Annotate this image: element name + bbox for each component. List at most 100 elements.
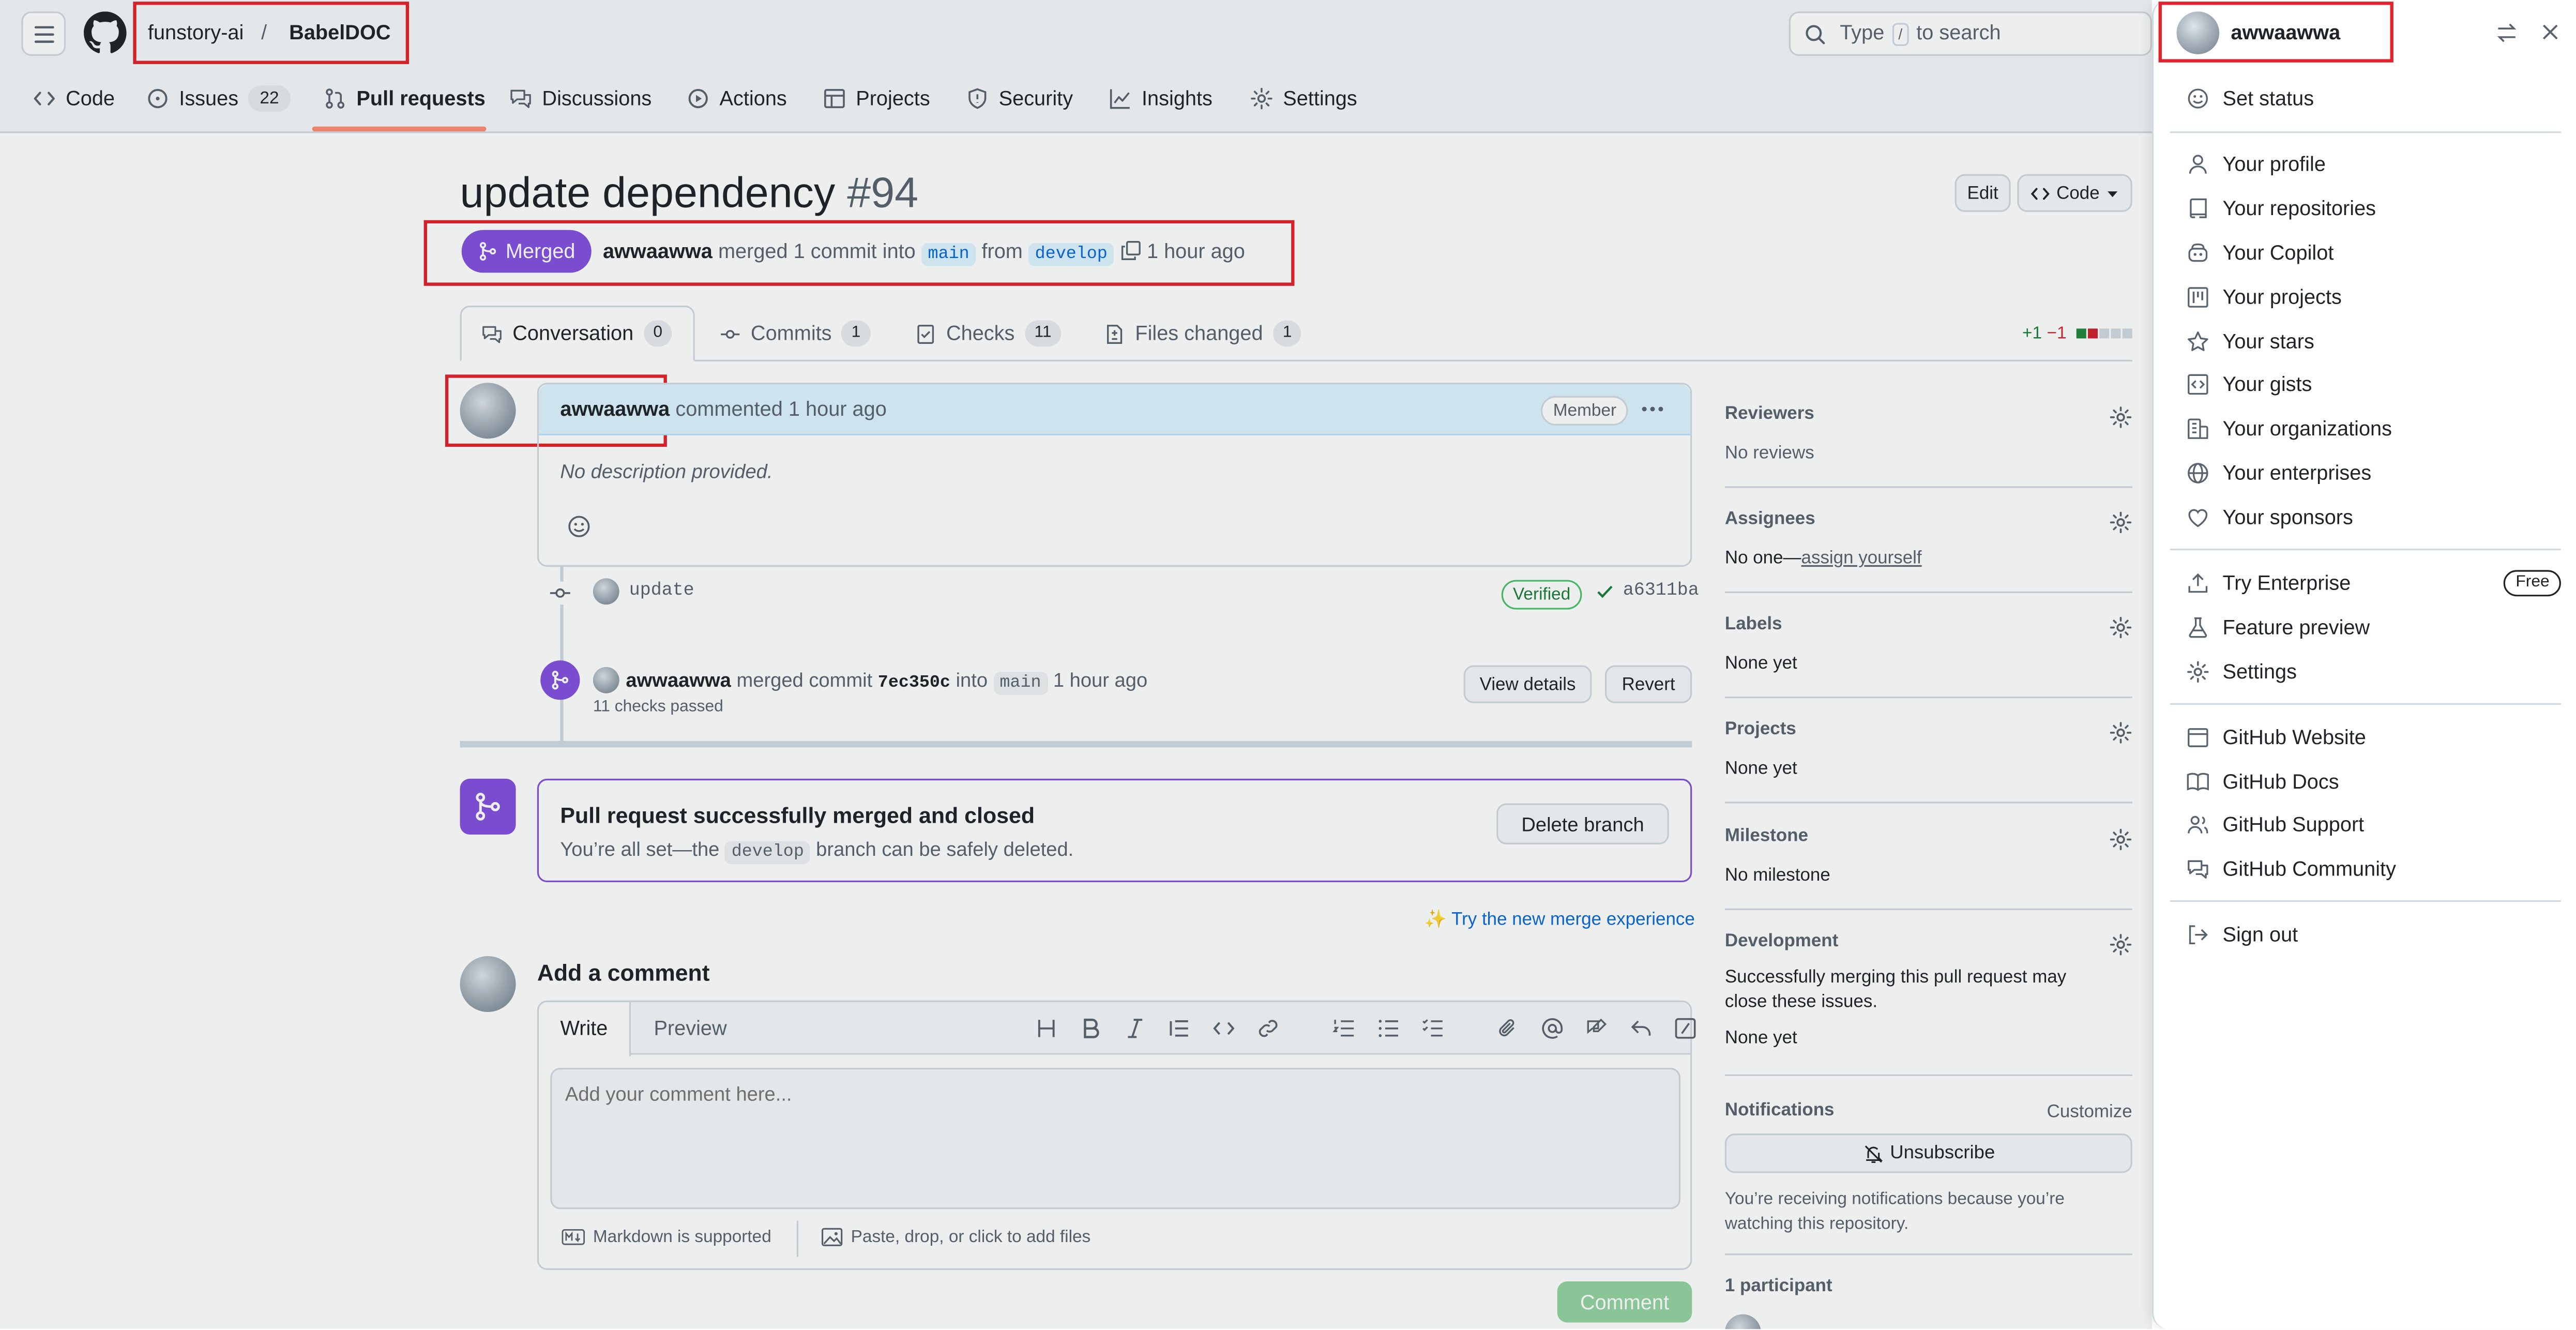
- merged-box-branch[interactable]: develop: [725, 841, 811, 865]
- projects-heading[interactable]: Projects: [1725, 720, 2132, 739]
- bold-icon[interactable]: [1079, 1017, 1102, 1040]
- nav-tab-pull-requests[interactable]: Pull requests: [324, 82, 486, 115]
- unsubscribe-button[interactable]: Unsubscribe: [1724, 1133, 2132, 1173]
- nav-tab-issues[interactable]: Issues 22: [146, 82, 291, 115]
- gear-icon[interactable]: [2109, 721, 2132, 744]
- menu-your-projects[interactable]: Your projects: [2187, 281, 2342, 314]
- base-branch[interactable]: main: [921, 243, 976, 266]
- menu-settings[interactable]: Settings: [2187, 656, 2297, 689]
- view-details-button[interactable]: View details: [1463, 665, 1592, 703]
- customize-link[interactable]: Customize: [2047, 1102, 2132, 1122]
- assignees-heading[interactable]: Assignees: [1725, 509, 2132, 529]
- menu-try-enterprise[interactable]: Try Enterprise Free: [2187, 567, 2561, 600]
- menu-sign-out[interactable]: Sign out: [2187, 918, 2298, 951]
- participant-avatar[interactable]: [1724, 1314, 1761, 1329]
- switch-account-icon[interactable]: [2495, 21, 2518, 44]
- commit-author-avatar[interactable]: [593, 578, 619, 605]
- merger-name[interactable]: awwaawwa: [626, 669, 731, 691]
- preview-tab[interactable]: Preview: [654, 1002, 726, 1055]
- menu-your-profile[interactable]: Your profile: [2187, 148, 2326, 181]
- menu-your-repositories[interactable]: Your repositories: [2187, 192, 2376, 225]
- gear-icon[interactable]: [2109, 406, 2132, 429]
- menu-your-enterprises[interactable]: Your enterprises: [2187, 457, 2371, 490]
- avatar[interactable]: [460, 383, 516, 439]
- reviewers-heading[interactable]: Reviewers: [1725, 404, 2132, 424]
- kebab-horizontal-icon[interactable]: [1640, 398, 1666, 420]
- reply-icon[interactable]: [1630, 1017, 1653, 1040]
- menu-your-gists[interactable]: Your gists: [2187, 368, 2312, 401]
- heading-icon[interactable]: [1035, 1017, 1058, 1040]
- menu-github-support[interactable]: GitHub Support: [2187, 808, 2364, 841]
- nav-tab-actions[interactable]: Actions: [687, 82, 787, 115]
- mention-icon[interactable]: [1541, 1017, 1564, 1040]
- paperclip-icon[interactable]: [1496, 1017, 1519, 1040]
- link-icon[interactable]: [1256, 1017, 1279, 1040]
- github-logo-icon[interactable]: [84, 11, 127, 54]
- attach-files-note[interactable]: Paste, drop, or click to add files: [822, 1227, 1090, 1247]
- nav-tab-security[interactable]: Security: [966, 82, 1073, 115]
- merge-target-branch[interactable]: main: [993, 672, 1048, 695]
- nav-tab-settings[interactable]: Settings: [1250, 82, 1357, 115]
- commit-sha[interactable]: a6311ba: [1623, 582, 1699, 601]
- cross-reference-icon[interactable]: [1585, 1017, 1608, 1040]
- head-branch[interactable]: develop: [1028, 243, 1114, 266]
- tab-commits[interactable]: Commits 1: [700, 306, 890, 361]
- close-icon[interactable]: [2540, 21, 2561, 42]
- menu-feature-preview[interactable]: Feature preview: [2187, 611, 2370, 644]
- edit-title-button[interactable]: Edit: [1954, 174, 2011, 212]
- markdown-note[interactable]: Markdown is supported: [562, 1227, 771, 1247]
- menu-github-website[interactable]: GitHub Website: [2187, 721, 2366, 754]
- breadcrumb-repo[interactable]: BabelDOC: [289, 21, 390, 44]
- development-heading[interactable]: Development: [1725, 931, 2132, 951]
- task-list-icon[interactable]: [1421, 1017, 1444, 1040]
- checks-passed[interactable]: 11 checks passed: [593, 698, 723, 716]
- merger-avatar[interactable]: [593, 667, 619, 693]
- menu-your-stars[interactable]: Your stars: [2187, 325, 2314, 358]
- comment-time[interactable]: 1 hour ago: [789, 398, 887, 420]
- write-tab[interactable]: Write: [539, 1002, 631, 1056]
- unordered-list-icon[interactable]: [1376, 1017, 1399, 1040]
- labels-heading[interactable]: Labels: [1725, 614, 2132, 634]
- menu-set-status[interactable]: Set status: [2187, 82, 2314, 115]
- revert-button[interactable]: Revert: [1604, 665, 1692, 703]
- code-dropdown-button[interactable]: Code: [2017, 174, 2132, 212]
- menu-your-copilot[interactable]: Your Copilot: [2187, 236, 2333, 269]
- commit-message[interactable]: update: [629, 582, 694, 601]
- nav-tab-insights[interactable]: Insights: [1109, 82, 1213, 115]
- assign-yourself-link[interactable]: assign yourself: [1801, 549, 1922, 568]
- pr-author[interactable]: awwaawwa: [603, 240, 713, 263]
- copy-icon[interactable]: [1120, 240, 1141, 261]
- gear-icon[interactable]: [2109, 511, 2132, 534]
- gear-icon[interactable]: [2109, 933, 2132, 956]
- add-reaction-icon[interactable]: [565, 512, 592, 539]
- verified-badge[interactable]: Verified: [1501, 580, 1582, 610]
- nav-tab-discussions[interactable]: Discussions: [509, 82, 651, 115]
- code-icon[interactable]: [1213, 1017, 1235, 1040]
- comment-textarea[interactable]: [550, 1068, 1681, 1210]
- ordered-list-icon[interactable]: [1332, 1017, 1355, 1040]
- italic-icon[interactable]: [1124, 1017, 1146, 1040]
- menu-icon[interactable]: [21, 11, 66, 56]
- quote-icon[interactable]: [1168, 1017, 1191, 1040]
- menu-your-sponsors[interactable]: Your sponsors: [2187, 501, 2353, 534]
- try-new-merge-link[interactable]: ✨ Try the new merge experience: [1424, 909, 1694, 930]
- slash-command-icon[interactable]: [1674, 1017, 1696, 1040]
- tab-files-changed[interactable]: Files changed 1: [1084, 306, 1322, 361]
- comment-submit-button[interactable]: Comment: [1557, 1281, 1692, 1323]
- current-user-avatar[interactable]: [460, 956, 516, 1012]
- search-input[interactable]: Type / to search: [1789, 11, 2152, 56]
- gear-icon[interactable]: [2109, 616, 2132, 639]
- breadcrumb-org[interactable]: funstory-ai: [148, 21, 244, 44]
- menu-your-organizations[interactable]: Your organizations: [2187, 412, 2392, 445]
- comment-author[interactable]: awwaawwa: [560, 398, 670, 420]
- nav-tab-code[interactable]: Code: [33, 82, 115, 115]
- nav-tab-projects[interactable]: Projects: [823, 82, 930, 115]
- menu-github-community[interactable]: GitHub Community: [2187, 853, 2396, 886]
- gear-icon[interactable]: [2109, 828, 2132, 851]
- tab-checks[interactable]: Checks 11: [895, 306, 1081, 361]
- delete-branch-button[interactable]: Delete branch: [1496, 803, 1669, 844]
- tab-conversation[interactable]: Conversation 0: [460, 305, 695, 361]
- merge-commit-sha[interactable]: 7ec350c: [878, 674, 950, 693]
- milestone-heading[interactable]: Milestone: [1725, 826, 2132, 846]
- menu-github-docs[interactable]: GitHub Docs: [2187, 765, 2339, 798]
